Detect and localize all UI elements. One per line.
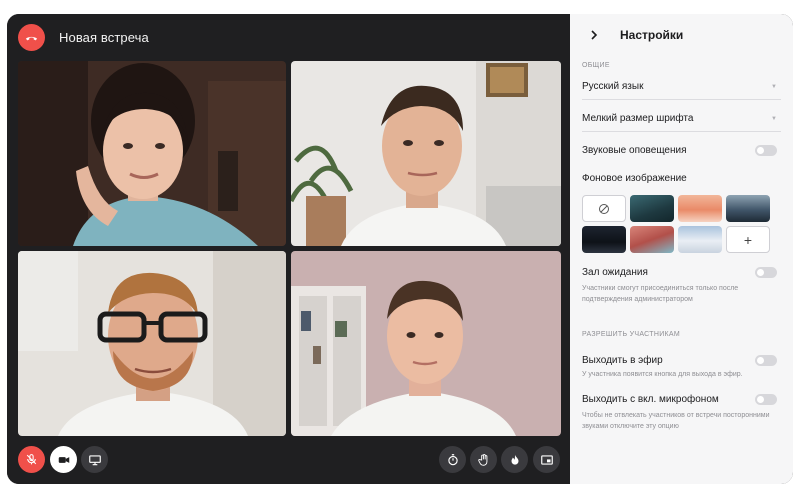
plus-icon: + <box>743 231 753 248</box>
background-none-option[interactable] <box>582 195 626 222</box>
font-size-select[interactable]: Мелкий размер шрифта ▼ <box>582 106 781 132</box>
background-label: Фоновое изображение <box>582 172 687 184</box>
reactions-button[interactable] <box>501 446 528 473</box>
settings-panel: Настройки ОБЩИЕ Русский язык ▼ Мелкий ра… <box>570 14 793 484</box>
raise-hand-icon <box>477 453 487 466</box>
no-background-icon <box>599 203 609 214</box>
background-option[interactable] <box>678 226 722 253</box>
settings-title: Настройки <box>620 28 684 42</box>
broadcast-label: Выходить в эфир <box>582 354 663 366</box>
camera-icon <box>58 456 69 463</box>
reaction-fire-icon <box>511 454 518 465</box>
waiting-room-hint: Участники смогут присоединиться только п… <box>582 285 739 303</box>
broadcast-hint: У участника появится кнопка для выхода в… <box>582 371 743 378</box>
participant-video <box>291 251 561 436</box>
background-option[interactable] <box>678 195 722 222</box>
video-call-window: Новая встреча Настройки ОБЩИЕ Русский яз… <box>7 14 793 484</box>
mic-off-icon <box>26 454 37 465</box>
picture-in-picture-icon <box>540 454 553 465</box>
participant-video <box>18 251 286 436</box>
picture-in-picture-button[interactable] <box>533 446 560 473</box>
background-option[interactable] <box>630 226 674 253</box>
sound-alerts-toggle[interactable] <box>755 144 777 156</box>
timer-button[interactable] <box>439 446 466 473</box>
camera-button[interactable] <box>50 446 77 473</box>
call-area: Новая встреча <box>7 14 570 484</box>
language-select[interactable]: Русский язык ▼ <box>582 74 781 100</box>
participant-video <box>18 61 286 246</box>
phone-hangup-icon <box>25 36 38 41</box>
screen-share-icon <box>88 454 101 465</box>
hang-up-button[interactable] <box>18 24 45 51</box>
mic-on-label: Выходить с вкл. микрофоном <box>582 393 719 405</box>
video-tile-participant-3[interactable] <box>18 251 286 436</box>
background-options: + <box>582 195 781 253</box>
font-size-value: Мелкий размер шрифта <box>582 113 694 124</box>
settings-header: Настройки <box>582 14 781 56</box>
sound-alerts-label: Звуковые оповещения <box>582 144 687 156</box>
call-header: Новая встреча <box>7 14 570 61</box>
video-tile-participant-1[interactable] <box>18 61 286 246</box>
section-allow-participants: РАЗРЕШИТЬ УЧАСТНИКАМ <box>582 331 681 338</box>
mic-on-hint: Чтобы не отвлекать участников от встречи… <box>582 412 770 430</box>
video-tile-participant-2[interactable] <box>291 61 561 246</box>
add-background-button[interactable]: + <box>726 226 770 253</box>
language-value: Русский язык <box>582 81 644 92</box>
background-option[interactable] <box>582 226 626 253</box>
mic-on-toggle[interactable] <box>755 393 777 405</box>
background-option[interactable] <box>726 195 770 222</box>
meeting-title: Новая встреча <box>59 30 149 45</box>
raise-hand-button[interactable] <box>470 446 497 473</box>
call-toolbar <box>7 444 570 476</box>
collapse-panel-button[interactable] <box>586 27 602 43</box>
screen-share-button[interactable] <box>81 446 108 473</box>
sound-alerts-row: Звуковые оповещения <box>582 135 781 165</box>
video-tile-participant-4[interactable] <box>291 251 561 436</box>
caret-down-icon: ▼ <box>771 83 777 90</box>
waiting-room-label: Зал ожидания <box>582 266 648 278</box>
background-option[interactable] <box>630 195 674 222</box>
timer-icon <box>447 453 458 465</box>
background-row: Фоновое изображение <box>582 165 781 191</box>
mute-microphone-button[interactable] <box>18 446 45 473</box>
broadcast-toggle[interactable] <box>755 354 777 366</box>
waiting-room-toggle[interactable] <box>755 266 777 278</box>
caret-down-icon: ▼ <box>771 115 777 122</box>
section-general: ОБЩИЕ <box>582 62 610 69</box>
chevron-right-icon <box>591 30 598 40</box>
participant-video <box>291 61 561 246</box>
